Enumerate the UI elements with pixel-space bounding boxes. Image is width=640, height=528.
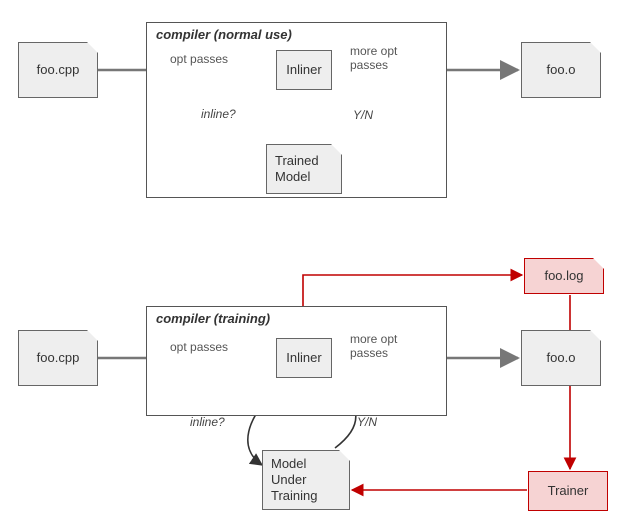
trainer-box: Trainer (528, 471, 608, 511)
file-foo-o-top: foo.o (521, 42, 601, 98)
output-file-label-top: foo.o (547, 62, 576, 78)
panel-title-training: compiler (training) (156, 311, 270, 326)
label-opt-passes-bottom: opt passes (170, 340, 228, 354)
inliner-label-top: Inliner (286, 62, 321, 78)
label-more-opt-top: more opt passes (350, 44, 430, 72)
label-inline-q-top: inline? (201, 107, 236, 121)
model-under-training-label: Model Under Training (271, 456, 317, 505)
trainer-label: Trainer (548, 483, 589, 499)
panel-title-normal: compiler (normal use) (156, 27, 292, 42)
log-file-label: foo.log (544, 268, 583, 284)
label-opt-passes-top: opt passes (170, 52, 228, 66)
label-inline-q-bottom: inline? (190, 415, 225, 429)
file-foo-o-bottom: foo.o (521, 330, 601, 386)
inliner-box-top: Inliner (276, 50, 332, 90)
input-file-label-bottom: foo.cpp (37, 350, 80, 366)
file-foo-cpp-bottom: foo.cpp (18, 330, 98, 386)
file-foo-cpp-top: foo.cpp (18, 42, 98, 98)
label-more-opt-bottom: more opt passes (350, 332, 430, 360)
label-yn-top: Y/N (353, 108, 373, 122)
file-foo-log: foo.log (524, 258, 604, 294)
model-under-training-box: Model Under Training (262, 450, 350, 510)
diagram-canvas: compiler (normal use) foo.cpp opt passes… (0, 0, 640, 528)
inliner-box-bottom: Inliner (276, 338, 332, 378)
trained-model-box: Trained Model (266, 144, 342, 194)
inliner-label-bottom: Inliner (286, 350, 321, 366)
input-file-label-top: foo.cpp (37, 62, 80, 78)
trained-model-label: Trained Model (275, 153, 319, 186)
label-yn-bottom: Y/N (357, 415, 377, 429)
output-file-label-bottom: foo.o (547, 350, 576, 366)
